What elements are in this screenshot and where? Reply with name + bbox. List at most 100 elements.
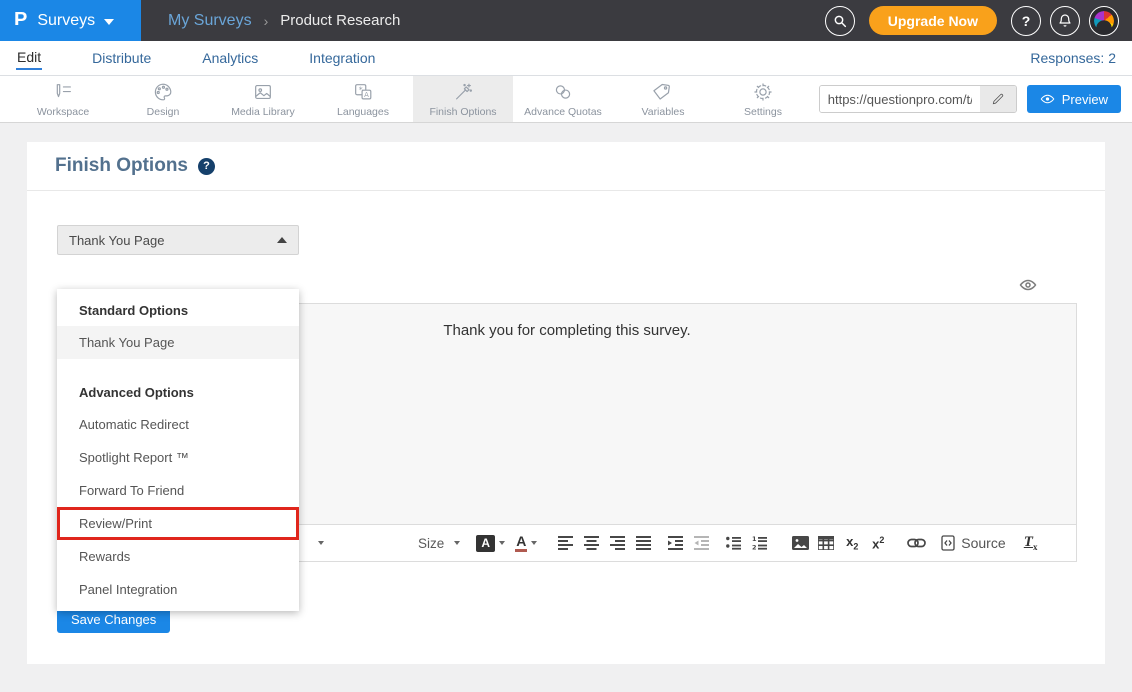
bell-icon xyxy=(1057,13,1073,29)
preview-button[interactable]: Preview xyxy=(1027,85,1121,113)
dropdown-item-panel-integration[interactable]: Panel Integration xyxy=(57,573,299,606)
design-palette-icon xyxy=(152,81,174,103)
source-icon xyxy=(941,535,955,551)
insert-table-icon xyxy=(818,536,834,550)
background-color-button[interactable]: A xyxy=(476,530,505,556)
insert-table-button[interactable] xyxy=(813,530,839,556)
svg-text:2: 2 xyxy=(752,544,757,551)
surveys-product-menu[interactable]: P Surveys xyxy=(0,0,141,41)
finish-options-panel: Finish Options ? Thank You Page Thank yo… xyxy=(27,142,1105,664)
account-logo-icon xyxy=(1094,11,1114,31)
ribbon-item-finish-options[interactable]: Finish Options xyxy=(413,76,513,122)
svg-text:A: A xyxy=(364,90,369,98)
caret-down-icon xyxy=(499,541,505,545)
eye-icon xyxy=(1040,93,1055,105)
survey-url-input[interactable] xyxy=(820,86,980,112)
tab-integration[interactable]: Integration xyxy=(308,47,376,69)
align-justify-button[interactable] xyxy=(631,530,657,556)
languages-icon: *A xyxy=(352,81,374,103)
tab-analytics[interactable]: Analytics xyxy=(201,47,259,69)
ribbon-label: Workspace xyxy=(37,106,89,118)
ribbon-item-advance-quotas[interactable]: Advance Quotas xyxy=(513,76,613,122)
bullet-list-button[interactable] xyxy=(721,530,747,556)
topbar-actions: Upgrade Now ? xyxy=(825,0,1132,41)
dropdown-item-rewards[interactable]: Rewards xyxy=(57,540,299,573)
search-button[interactable] xyxy=(825,6,855,36)
bullet-list-icon xyxy=(726,536,742,550)
responses-count[interactable]: Responses: 2 xyxy=(1030,50,1116,66)
finish-option-select[interactable]: Thank You Page xyxy=(57,225,299,255)
notifications-button[interactable] xyxy=(1050,6,1080,36)
numbered-list-icon: 12 xyxy=(752,536,768,550)
text-color-button[interactable]: A xyxy=(513,530,539,556)
source-button[interactable]: Source xyxy=(941,530,1005,556)
subscript-button[interactable]: x2 xyxy=(839,530,865,556)
outdent-icon xyxy=(694,536,710,550)
tab-distribute[interactable]: Distribute xyxy=(91,47,152,69)
help-button[interactable]: ? xyxy=(1011,6,1041,36)
link-icon xyxy=(907,538,926,548)
avatar[interactable] xyxy=(1089,6,1119,36)
indent-button[interactable] xyxy=(663,530,689,556)
remove-format-button[interactable]: Tx xyxy=(1018,530,1044,556)
gear-icon xyxy=(752,81,774,103)
ribbon-item-workspace[interactable]: Workspace xyxy=(13,76,113,122)
svg-text:1: 1 xyxy=(752,536,757,543)
tag-icon xyxy=(652,81,674,103)
help-tooltip-icon[interactable]: ? xyxy=(198,158,215,175)
product-name: Surveys xyxy=(37,12,95,30)
outdent-button[interactable] xyxy=(689,530,715,556)
align-left-button[interactable] xyxy=(553,530,579,556)
dropdown-group-header: Standard Options xyxy=(57,289,299,326)
size-label: Size xyxy=(418,536,444,551)
search-icon xyxy=(832,13,848,29)
insert-image-button[interactable] xyxy=(787,530,813,556)
ribbon-label: Settings xyxy=(744,106,782,118)
selected-option-label: Thank You Page xyxy=(69,233,164,248)
edit-ribbon: Workspace Design Media Library *A Langua… xyxy=(0,76,1132,123)
chain-links-icon xyxy=(552,81,574,103)
dropdown-item-spotlight-report[interactable]: Spotlight Report ™ xyxy=(57,441,299,474)
survey-tabs: Edit Distribute Analytics Integration Re… xyxy=(0,41,1132,76)
dropdown-item-thank-you-page[interactable]: Thank You Page xyxy=(57,326,299,359)
upgrade-now-button[interactable]: Upgrade Now xyxy=(869,6,997,35)
dropdown-item-review-print[interactable]: Review/Print xyxy=(57,507,299,540)
chevron-down-icon xyxy=(104,19,114,25)
source-label: Source xyxy=(961,535,1005,551)
dropdown-item-forward-to-friend[interactable]: Forward To Friend xyxy=(57,474,299,507)
pencil-icon xyxy=(991,92,1005,106)
ribbon-right: Preview xyxy=(819,76,1132,122)
ribbon-item-settings[interactable]: Settings xyxy=(713,76,813,122)
align-right-icon xyxy=(610,536,626,550)
tab-edit[interactable]: Edit xyxy=(16,46,42,70)
preview-eye-icon[interactable] xyxy=(1019,278,1037,292)
align-right-button[interactable] xyxy=(605,530,631,556)
superscript-button[interactable]: x2 xyxy=(865,530,891,556)
caret-down-icon xyxy=(318,541,324,545)
align-center-button[interactable] xyxy=(579,530,605,556)
ribbon-label: Media Library xyxy=(231,106,295,118)
dropdown-group-header: Advanced Options xyxy=(57,371,299,408)
link-button[interactable] xyxy=(903,530,929,556)
edit-url-button[interactable] xyxy=(980,86,1016,112)
dropdown-item-automatic-redirect[interactable]: Automatic Redirect xyxy=(57,408,299,441)
ribbon-item-variables[interactable]: Variables xyxy=(613,76,713,122)
numbered-list-button[interactable]: 12 xyxy=(747,530,773,556)
ribbon-item-media-library[interactable]: Media Library xyxy=(213,76,313,122)
align-justify-icon xyxy=(636,536,652,550)
caret-down-icon xyxy=(531,541,537,545)
caret-down-icon xyxy=(454,541,460,545)
dropdown-group-gap xyxy=(57,359,299,371)
remove-format-icon: Tx xyxy=(1024,534,1038,552)
ribbon-label: Design xyxy=(147,106,180,118)
font-dropdown-caret[interactable] xyxy=(308,530,334,556)
ribbon-item-languages[interactable]: *A Languages xyxy=(313,76,413,122)
ribbon-label: Languages xyxy=(337,106,389,118)
finish-option-dropdown: Standard Options Thank You Page Advanced… xyxy=(57,289,299,611)
ribbon-item-design[interactable]: Design xyxy=(113,76,213,122)
survey-url-field xyxy=(819,85,1017,113)
text-color-icon: A xyxy=(515,534,527,552)
breadcrumb-my-surveys[interactable]: My Surveys xyxy=(168,12,252,30)
panel-header: Finish Options ? xyxy=(27,142,1105,191)
font-size-dropdown[interactable]: Size xyxy=(418,536,460,551)
